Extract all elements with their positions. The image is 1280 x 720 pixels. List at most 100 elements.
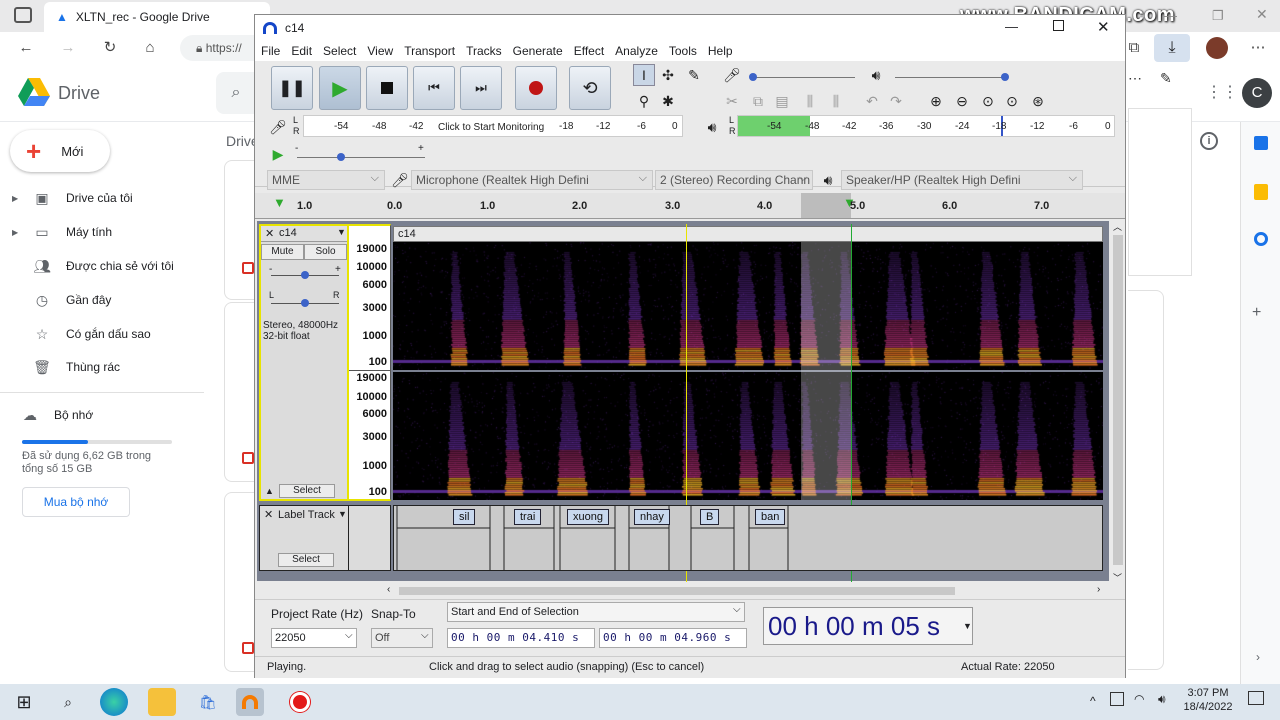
host-select[interactable]: MME [267, 169, 385, 190]
slider-thumb[interactable] [749, 73, 757, 81]
info-icon[interactable]: i [1200, 132, 1218, 150]
zoom-toggle-icon[interactable]: ⊛ [1027, 90, 1049, 112]
record-button[interactable] [515, 66, 557, 110]
spectrogram-right-channel[interactable] [393, 372, 1103, 500]
track-menu-icon[interactable]: ▼ [338, 509, 347, 519]
vertical-scrollbar[interactable]: ︿ ﹀ [1111, 221, 1125, 583]
undo-icon[interactable]: ↶ [861, 90, 883, 112]
label-xuong[interactable]: xuong [567, 509, 609, 525]
redo-icon[interactable]: ↷ [885, 90, 907, 112]
sidebar-item-shared[interactable]: 👥︎ Được chia sẻ với tôi [12, 254, 174, 278]
multi-tool-icon[interactable]: ✱ [657, 90, 679, 112]
calendar-icon[interactable] [1254, 136, 1268, 150]
more-options-icon[interactable]: ⋯ [1128, 70, 1142, 87]
download-icon[interactable]: ⤓ [1154, 34, 1190, 62]
label-track-select-button[interactable]: Select [278, 553, 334, 567]
spectrogram-left-channel[interactable] [393, 242, 1103, 370]
reload-icon[interactable]: ↻ [100, 40, 120, 56]
maximize-icon[interactable] [1053, 20, 1064, 31]
channels-select[interactable]: 2 (Stereo) Recording Chann [655, 169, 813, 190]
sidebar-item-my-drive[interactable]: ▶ ▣ Drive của tôi [12, 186, 133, 210]
slider-thumb[interactable] [301, 271, 309, 279]
close-window-icon[interactable]: ✕ [1256, 6, 1268, 23]
file-card[interactable] [224, 160, 254, 300]
playback-device-select[interactable]: Speaker/HP (Realtek High Defini [841, 169, 1083, 190]
time-format-menu-icon[interactable]: ▼ [963, 621, 972, 631]
timeline-ruler[interactable]: ▼ ▼ [255, 193, 1125, 219]
volume-icon[interactable]: 🔊︎ [1158, 692, 1166, 707]
menu-help[interactable]: Help [708, 44, 733, 58]
buy-storage-button[interactable]: Mua bộ nhớ [22, 487, 130, 517]
chevron-down-icon[interactable]: ⌵ [421, 630, 429, 641]
restore-icon[interactable]: ❐ [1212, 8, 1224, 24]
track-menu-icon[interactable]: ▼ [337, 227, 346, 237]
menu-effect[interactable]: Effect [574, 44, 604, 58]
loop-button[interactable]: ⟲ [569, 66, 611, 110]
minimize-icon[interactable]: — [1005, 19, 1018, 34]
clip-name-bar[interactable]: c14 [393, 226, 1103, 242]
browser-tab[interactable]: ▲ XLTN_rec - Google Drive [44, 2, 270, 32]
clock[interactable]: 3:07 PM 18/4/2022 [1180, 686, 1236, 714]
profile-avatar[interactable] [1206, 37, 1228, 59]
label-trai[interactable]: trai [514, 509, 542, 525]
play-button[interactable]: ▶ [319, 66, 361, 110]
scroll-down-icon[interactable]: ﹀ [1113, 571, 1122, 584]
stop-button[interactable] [366, 66, 408, 110]
draw-tool-icon[interactable]: ✎ [683, 64, 705, 86]
cut-icon[interactable]: ✂ [721, 90, 743, 112]
paste-icon[interactable]: ▤ [771, 90, 793, 112]
browser-menu-icon[interactable]: ⋯ [1248, 40, 1268, 56]
menu-tools[interactable]: Tools [669, 44, 697, 58]
tray-app-icon[interactable] [1110, 692, 1124, 706]
chevron-down-icon[interactable]: ⌵ [733, 604, 741, 615]
horizontal-scrollbar[interactable]: ‹ › [385, 584, 1111, 598]
sidebar-item-trash[interactable]: 🗑︎ Thùng rác [12, 355, 120, 379]
menu-view[interactable]: View [367, 44, 393, 58]
zoom-out-icon[interactable]: ⊖ [951, 90, 973, 112]
menu-select[interactable]: Select [323, 44, 356, 58]
new-button[interactable]: + Mới [10, 130, 110, 172]
tray-expand-icon[interactable]: ^ [1090, 694, 1096, 708]
audio-position-time[interactable]: 00 h 00 m 05 s [763, 607, 973, 645]
trim-icon[interactable]: ⫼ [799, 90, 821, 112]
sidebar-item-recent[interactable]: ◷ Gần đây [12, 288, 111, 312]
skip-end-button[interactable]: ⏭ [460, 66, 502, 110]
bandicam-icon[interactable] [286, 688, 314, 716]
audacity-taskbar-icon[interactable] [236, 688, 264, 716]
scroll-left-icon[interactable]: ‹ [387, 584, 390, 595]
add-addon-icon[interactable]: + [1252, 304, 1261, 322]
track-name-bar[interactable]: ✕ c14 ▼ [261, 226, 347, 242]
scrollbar-thumb[interactable] [399, 587, 955, 595]
label-sil[interactable]: sil [453, 509, 476, 525]
home-icon[interactable]: ⌂ [140, 40, 160, 56]
envelope-tool-icon[interactable]: ✣ [657, 64, 679, 86]
slider-thumb[interactable] [301, 299, 309, 307]
expand-icon[interactable]: › [1256, 650, 1260, 664]
expand-arrow-icon[interactable]: ▶ [12, 228, 20, 237]
recording-device-select[interactable]: Microphone (Realtek High Defini [411, 169, 653, 190]
selection-end-time[interactable]: 00 h 00 m 04.960 s [599, 628, 747, 648]
menu-edit[interactable]: Edit [291, 44, 312, 58]
copy-icon[interactable]: ⧉ [747, 90, 769, 112]
selection-mode-select[interactable]: Start and End of Selection [447, 602, 745, 622]
close-icon[interactable]: ✕ [1097, 18, 1110, 36]
menu-transport[interactable]: Transport [404, 44, 455, 58]
pause-button[interactable]: ❚❚ [271, 66, 313, 110]
silence-icon[interactable]: ⫼ [825, 90, 847, 112]
keep-icon[interactable] [1254, 184, 1268, 200]
slider-thumb[interactable] [1001, 73, 1009, 81]
label-b[interactable]: B [700, 509, 720, 525]
notification-icon[interactable] [1248, 691, 1264, 705]
menu-analyze[interactable]: Analyze [615, 44, 658, 58]
search-icon[interactable]: ⌕ [54, 688, 82, 716]
tab-actions-icon[interactable] [14, 7, 32, 23]
label-track-lane[interactable] [393, 505, 1103, 571]
back-icon[interactable]: ← [16, 40, 36, 56]
sidebar-item-storage[interactable]: ☁ Bộ nhớ [12, 403, 93, 427]
monitor-text[interactable]: Click to Start Monitoring [438, 122, 544, 133]
wifi-icon[interactable]: ◠ [1134, 692, 1144, 706]
extensions-icon[interactable]: ⧉ [1124, 40, 1144, 56]
slider-thumb[interactable] [337, 153, 345, 161]
fit-selection-icon[interactable]: ⊙ [977, 90, 999, 112]
pan-slider[interactable] [271, 299, 339, 307]
